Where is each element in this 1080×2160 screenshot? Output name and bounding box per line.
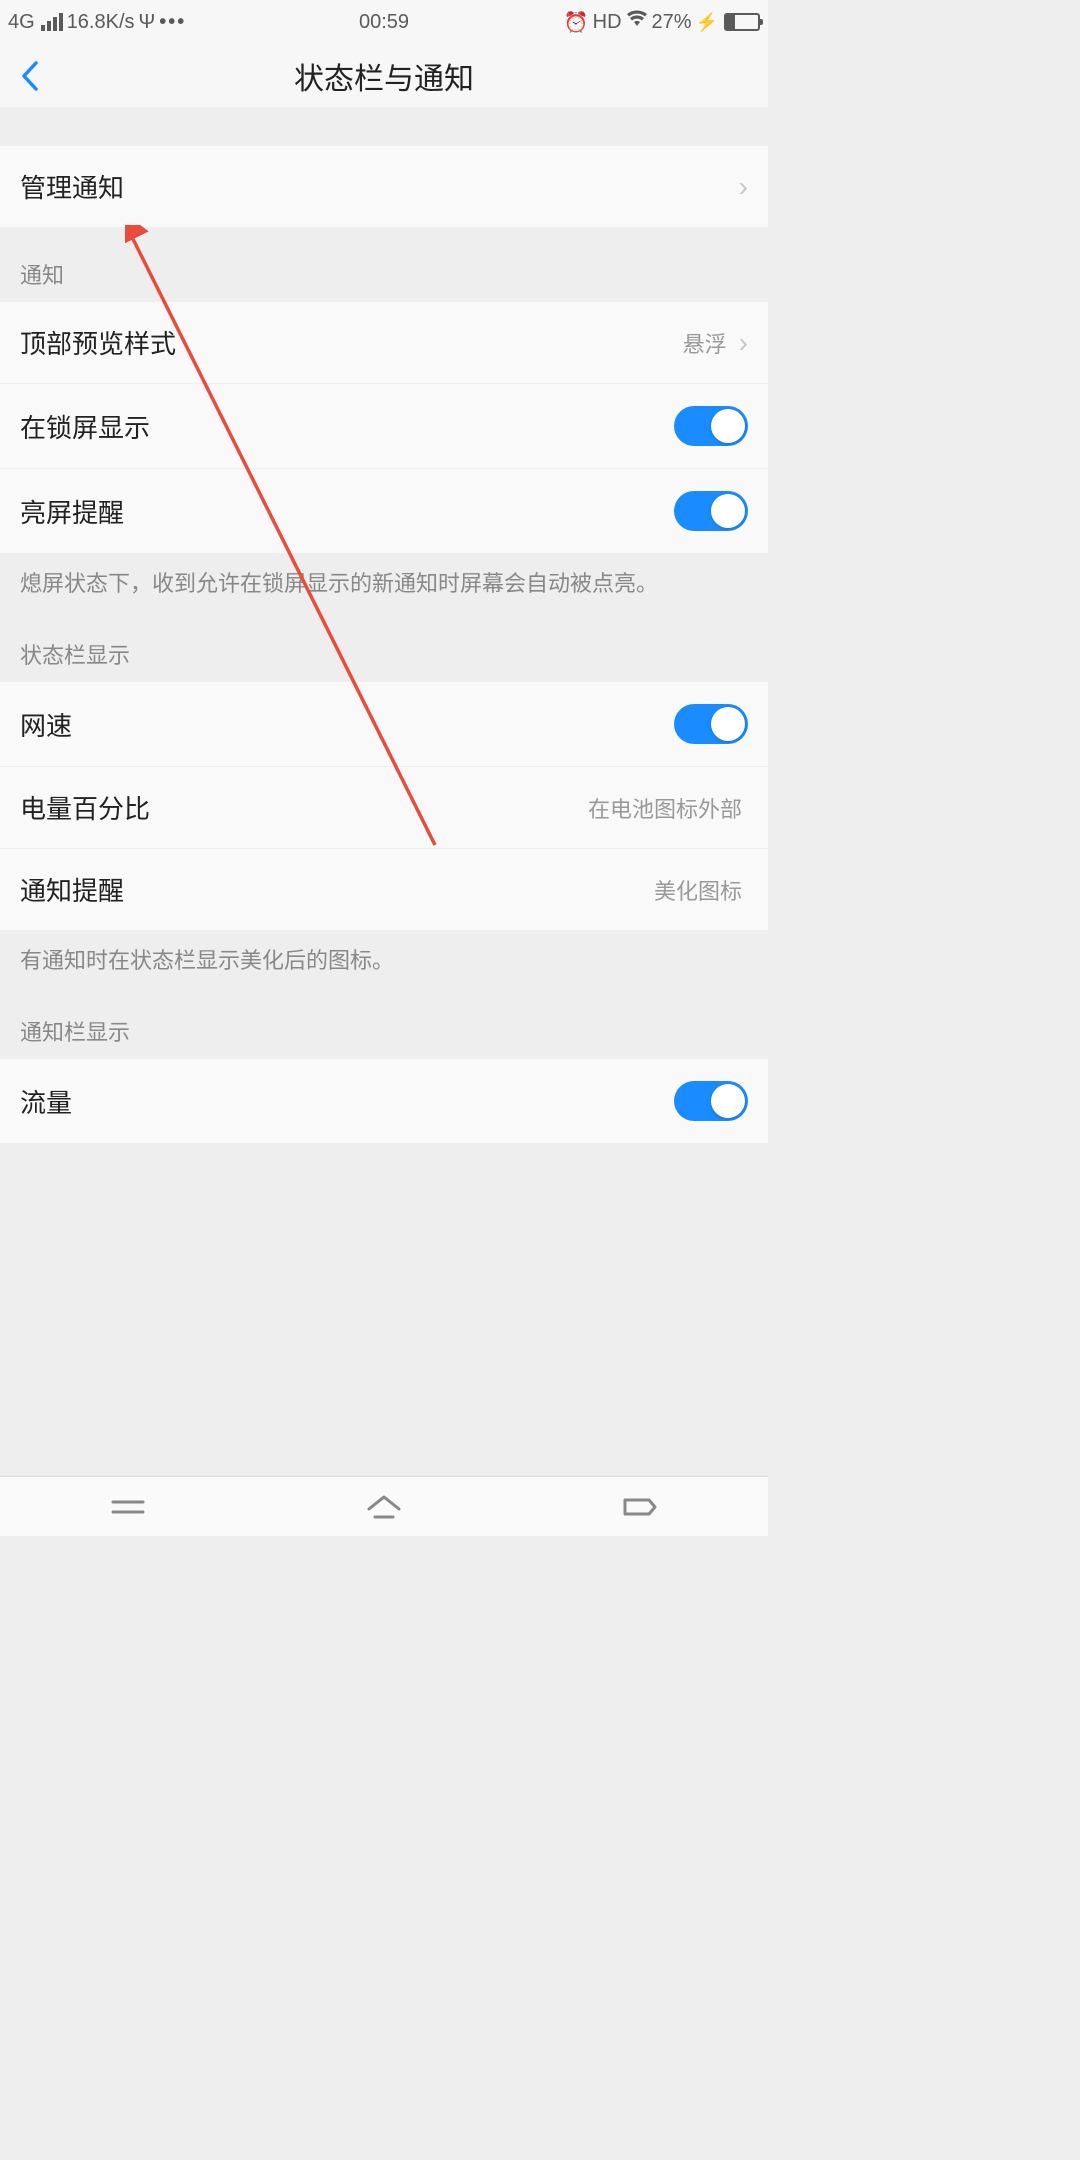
chevron-right-icon: › [739, 171, 748, 203]
section-header-notify: 通知 [0, 228, 768, 302]
item-label: 电量百分比 [20, 789, 150, 826]
item-show-on-lockscreen[interactable]: 在锁屏显示 [0, 384, 768, 469]
item-label: 顶部预览样式 [20, 324, 176, 361]
item-label: 亮屏提醒 [20, 493, 124, 530]
clock-label: 00:59 [359, 11, 409, 34]
item-value: 悬浮 [683, 327, 727, 359]
item-netspeed[interactable]: 网速 [0, 682, 768, 767]
item-label: 管理通知 [20, 168, 124, 205]
signal-icon [41, 13, 63, 31]
nav-home-button[interactable] [354, 1493, 414, 1521]
footer-note-wake-screen: 熄屏状态下，收到允许在锁屏显示的新通知时屏幕会自动被点亮。 [0, 553, 768, 620]
alarm-icon: ⏰ [564, 10, 589, 35]
item-label: 网速 [20, 706, 72, 743]
footer-note-notify-remind: 有通知时在状态栏显示美化后的图标。 [0, 930, 768, 997]
toggle-switch[interactable] [674, 491, 748, 531]
battery-percent-label: 27% [652, 11, 692, 34]
network-type-label: 4G [8, 11, 35, 34]
nav-back-button[interactable] [610, 1494, 670, 1520]
page-header: 状态栏与通知 [0, 44, 768, 108]
section-header-notifbar: 通知栏显示 [0, 997, 768, 1059]
item-label: 在锁屏显示 [20, 408, 150, 445]
usb-icon: Ψ [139, 11, 156, 34]
item-wake-screen[interactable]: 亮屏提醒 [0, 469, 768, 553]
item-battery-percent[interactable]: 电量百分比 在电池图标外部 [0, 767, 768, 849]
wifi-icon [626, 10, 648, 34]
section-header-statusbar: 状态栏显示 [0, 620, 768, 682]
charging-icon: ⚡ [696, 12, 718, 33]
toggle-switch[interactable] [674, 406, 748, 446]
page-title: 状态栏与通知 [294, 54, 474, 98]
item-manage-notifications[interactable]: 管理通知 › [0, 146, 768, 228]
toggle-switch[interactable] [674, 1081, 748, 1121]
more-icon: ••• [159, 11, 186, 34]
nav-recents-button[interactable] [98, 1495, 158, 1519]
item-traffic[interactable]: 流量 [0, 1059, 768, 1143]
item-value: 在电池图标外部 [588, 792, 742, 824]
item-top-preview-style[interactable]: 顶部预览样式 悬浮 › [0, 302, 768, 384]
item-value: 美化图标 [654, 874, 742, 906]
status-bar: 4G 16.8K/s Ψ ••• 00:59 ⏰ HD 27% ⚡ [0, 0, 768, 44]
battery-icon [724, 13, 760, 31]
network-speed-label: 16.8K/s [67, 11, 135, 34]
hd-label: HD [593, 11, 622, 34]
chevron-right-icon: › [739, 327, 748, 359]
toggle-switch[interactable] [674, 704, 748, 744]
back-button[interactable] [0, 44, 60, 108]
item-label: 通知提醒 [20, 871, 124, 908]
item-notify-remind[interactable]: 通知提醒 美化图标 [0, 849, 768, 930]
item-label: 流量 [20, 1083, 72, 1120]
nav-bar [0, 1476, 768, 1536]
